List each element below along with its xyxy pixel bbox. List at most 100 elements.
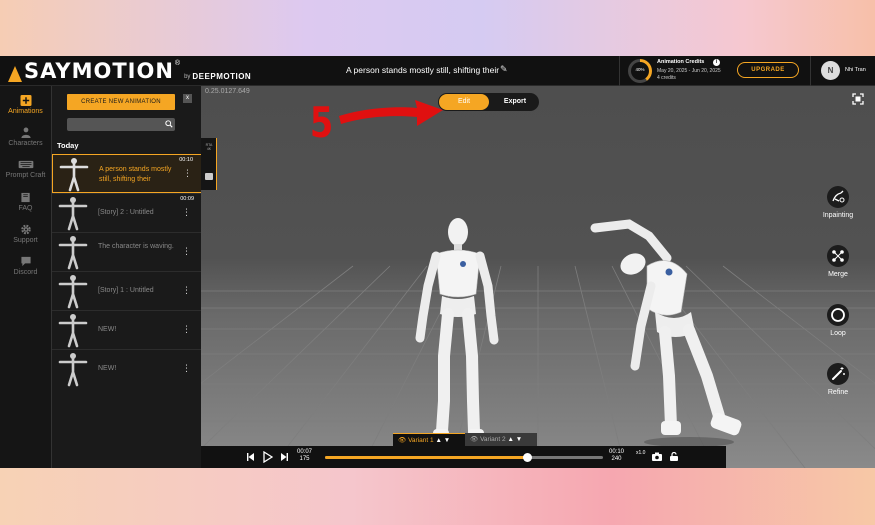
floor-grid	[201, 265, 875, 468]
variant-1-tab[interactable]: 👁 Variant 1 ▲ ▼	[393, 433, 465, 446]
thumbs-down-icon[interactable]: ▼	[444, 437, 450, 444]
camera-icon	[205, 173, 213, 180]
current-time-text: 00:07	[297, 449, 313, 455]
eye-icon: 👁	[398, 437, 407, 444]
robot-character-standing[interactable]	[406, 216, 511, 448]
saymotion-logo[interactable]: SAYMOTION ® by DEEPMOTION	[8, 60, 251, 82]
lock-icon[interactable]	[670, 452, 678, 461]
thumbs-down-icon[interactable]: ▼	[516, 436, 522, 443]
end-time: 00:10 240	[609, 449, 624, 463]
annotation-step-number: 5	[309, 98, 334, 147]
credits-percent: 40%	[635, 67, 645, 72]
tool-label: Inpainting	[822, 212, 854, 219]
animation-list-item[interactable]: [Story] 1 : Untitled ⋮	[52, 271, 202, 310]
side-tab-label: RTA 4K	[205, 143, 213, 151]
info-icon[interactable]: i	[713, 59, 720, 66]
tool-label: Refine	[827, 389, 849, 396]
logo-mark-icon	[8, 66, 22, 82]
animation-title-text: [Story] 1 : Untitled	[98, 287, 154, 294]
animation-list-item[interactable]: 00:10 A person stands mostly still, shif…	[52, 154, 202, 193]
nav-label: Discord	[13, 269, 38, 276]
merge-icon	[827, 245, 849, 267]
camera-icon[interactable]	[652, 452, 662, 461]
skip-forward-icon[interactable]	[281, 453, 288, 461]
nav-item-support[interactable]: Support	[0, 224, 51, 254]
keyboard-icon	[18, 160, 33, 169]
nav-label: FAQ	[18, 205, 33, 212]
inpainting-icon	[827, 186, 849, 208]
speed-label: x1.0	[636, 450, 646, 456]
animation-list-item[interactable]: NEW! ⋮	[52, 310, 202, 349]
nav-item-faq[interactable]: FAQ	[0, 192, 51, 222]
plus-square-icon	[20, 95, 31, 106]
fullscreen-icon[interactable]	[852, 93, 864, 105]
animation-title[interactable]: A person stands mostly still, shifting t…	[346, 65, 499, 75]
animation-thumbnail	[58, 314, 88, 348]
loop-icon	[827, 304, 849, 326]
animation-thumbnail	[58, 275, 88, 309]
animation-list-item[interactable]: The character is waving. ⋮	[52, 232, 202, 271]
logo-text: SAYMOTION	[24, 59, 174, 83]
more-options-icon[interactable]: ⋮	[182, 208, 191, 217]
current-time: 00:07 175	[297, 449, 312, 463]
background-top-band	[0, 0, 875, 56]
credits-dates: May 20, 2025 - Jun 20, 2025	[657, 68, 721, 74]
magic-wand-icon	[827, 363, 849, 385]
thumbs-up-icon[interactable]: ▲	[507, 436, 513, 443]
tool-label: Loop	[830, 330, 846, 337]
animation-credits: 40% Animation Credits i May 20, 2025 - J…	[619, 56, 725, 86]
animations-panel: CREATE NEW ANIMATION x Today 00:10 A per…	[51, 86, 202, 468]
thumbs-up-icon[interactable]: ▲	[435, 437, 441, 444]
credits-title: Animation Credits	[657, 59, 705, 65]
search-input[interactable]	[67, 118, 161, 131]
divider	[810, 56, 811, 86]
nav-item-discord[interactable]: Discord	[0, 256, 51, 286]
playback-bar: 00:07 175 00:10 240 x1.0	[201, 446, 726, 468]
nav-item-animations[interactable]: Animations	[0, 95, 51, 125]
upgrade-button[interactable]: UPGRADE	[737, 62, 799, 78]
timeline-track[interactable]	[325, 453, 603, 462]
inpainting-tool[interactable]: Inpainting	[813, 186, 863, 219]
nav-label: Characters	[8, 140, 43, 147]
animation-list-item[interactable]: NEW! ⋮	[52, 349, 202, 388]
side-tab[interactable]: RTA 4K	[201, 138, 217, 190]
animation-thumbnail	[58, 236, 88, 270]
nav-item-prompt-craft[interactable]: Prompt Craft	[0, 159, 51, 189]
animation-duration: 00:10	[179, 157, 193, 163]
playback-speed[interactable]: x1.0	[636, 450, 645, 456]
skip-back-icon[interactable]	[247, 453, 254, 461]
chat-icon	[20, 256, 31, 267]
robot-character-bending[interactable]	[589, 216, 764, 448]
timeline-scrubber[interactable]	[523, 453, 533, 462]
more-options-icon[interactable]: ⋮	[182, 325, 191, 334]
user-name[interactable]: Nhi Tran	[845, 67, 866, 73]
top-bar: SAYMOTION ® by DEEPMOTION A person stand…	[0, 56, 875, 86]
search-box	[67, 118, 175, 131]
edit-button[interactable]: Edit	[439, 94, 489, 110]
merge-tool[interactable]: Merge	[813, 245, 863, 278]
avatar[interactable]: N	[821, 61, 840, 80]
export-button[interactable]: Export	[492, 94, 538, 110]
animation-thumbnail	[58, 353, 88, 387]
background-bottom-band	[0, 468, 875, 525]
gear-icon	[20, 224, 31, 235]
pencil-icon[interactable]: ✎	[500, 64, 508, 75]
search-icon[interactable]	[165, 120, 173, 128]
3d-viewport[interactable]: 0.25.0127.649 RTA 4K 5 Edit Export Inpai…	[201, 86, 875, 468]
app-window: SAYMOTION ® by DEEPMOTION A person stand…	[0, 56, 875, 468]
play-icon[interactable]	[263, 451, 273, 463]
more-options-icon[interactable]: ⋮	[182, 247, 191, 256]
logo-by: by	[184, 74, 191, 80]
close-panel-button[interactable]: x	[183, 94, 192, 103]
logo-company: DEEPMOTION	[192, 72, 252, 81]
animation-list-item[interactable]: 00:09 [Story] 2 : Untitled ⋮	[52, 193, 202, 232]
loop-tool[interactable]: Loop	[813, 304, 863, 337]
more-options-icon[interactable]: ⋮	[182, 364, 191, 373]
more-options-icon[interactable]: ⋮	[183, 169, 192, 178]
nav-item-characters[interactable]: Characters	[0, 127, 51, 157]
create-new-animation-button[interactable]: CREATE NEW ANIMATION	[67, 94, 175, 110]
nav-label: Prompt Craft	[5, 172, 46, 179]
refine-tool[interactable]: Refine	[813, 363, 863, 396]
more-options-icon[interactable]: ⋮	[182, 286, 191, 295]
variant-2-tab[interactable]: 👁 Variant 2 ▲ ▼	[465, 433, 537, 446]
